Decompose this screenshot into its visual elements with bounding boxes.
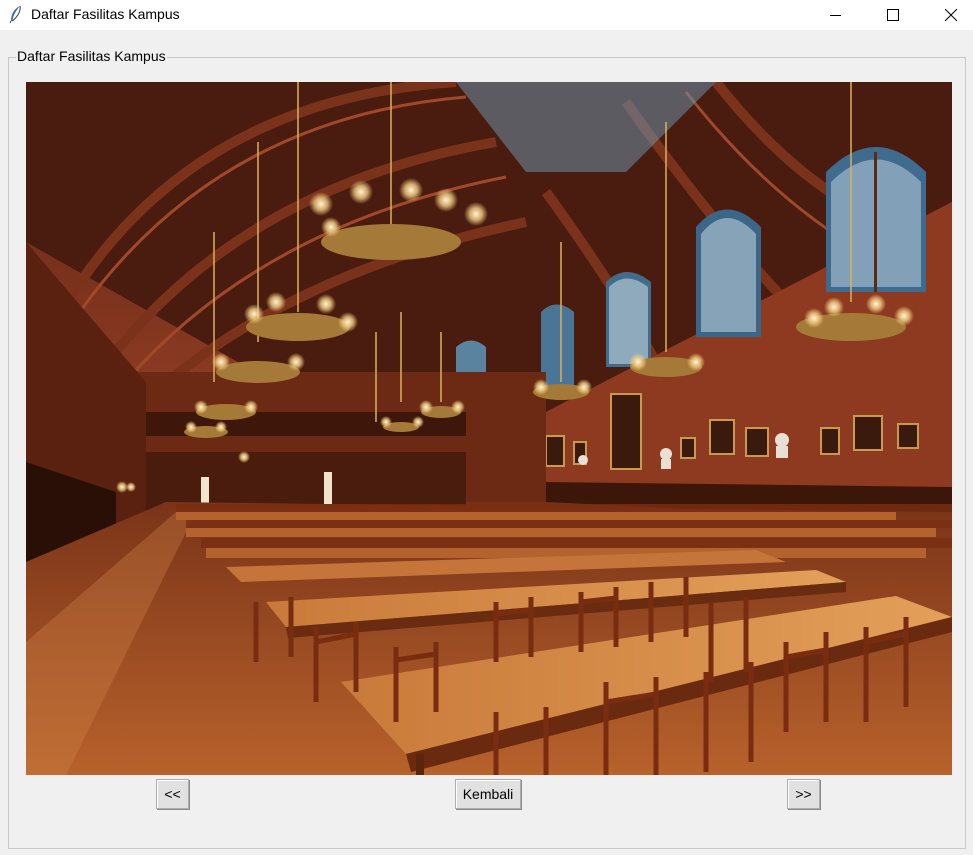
dining-hall-photo (26, 82, 952, 775)
feather-icon (8, 5, 24, 24)
previous-button[interactable]: << (156, 779, 189, 809)
next-button[interactable]: >> (787, 779, 820, 809)
maximize-button[interactable] (870, 0, 916, 30)
window-title: Daftar Fasilitas Kampus (31, 6, 180, 22)
minimize-button[interactable] (812, 0, 858, 30)
close-icon (945, 9, 957, 21)
app-window: Daftar Fasilitas Kampus Daftar Fasilitas… (0, 0, 973, 855)
frame-label: Daftar Fasilitas Kampus (16, 48, 167, 64)
title-bar[interactable]: Daftar Fasilitas Kampus (0, 0, 973, 30)
close-button[interactable] (928, 0, 973, 30)
minimize-icon (829, 10, 841, 21)
maximize-icon (887, 9, 899, 21)
back-button[interactable]: Kembali (455, 779, 521, 809)
